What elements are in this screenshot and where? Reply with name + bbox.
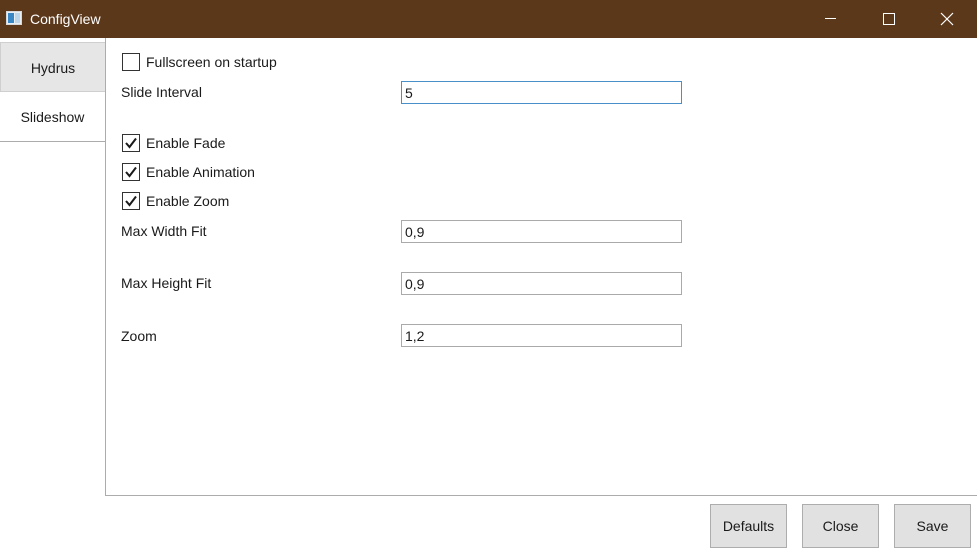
close-button[interactable]: Close bbox=[802, 504, 879, 548]
close-icon bbox=[940, 12, 954, 26]
minimize-icon bbox=[825, 18, 836, 19]
max-width-fit-label: Max Width Fit bbox=[121, 223, 207, 239]
minimize-button[interactable] bbox=[801, 0, 860, 38]
app-window-icon bbox=[6, 11, 22, 25]
maximize-button[interactable] bbox=[860, 0, 919, 38]
defaults-button[interactable]: Defaults bbox=[710, 504, 787, 548]
enable-zoom-label: Enable Zoom bbox=[146, 193, 230, 209]
tab-content-panel bbox=[105, 38, 977, 496]
zoom-input[interactable] bbox=[401, 324, 682, 347]
enable-zoom-checkbox[interactable] bbox=[122, 192, 140, 210]
maximize-icon bbox=[883, 13, 895, 25]
max-height-fit-label: Max Height Fit bbox=[121, 275, 212, 291]
max-height-fit-input[interactable] bbox=[401, 272, 682, 295]
enable-fade-checkbox[interactable] bbox=[122, 134, 140, 152]
slide-interval-input[interactable] bbox=[401, 81, 682, 104]
zoom-label: Zoom bbox=[121, 328, 157, 344]
enable-fade-label: Enable Fade bbox=[146, 135, 226, 151]
close-window-button[interactable] bbox=[918, 0, 977, 38]
enable-animation-label: Enable Animation bbox=[146, 164, 255, 180]
title-bar: ConfigView bbox=[0, 0, 977, 38]
checkmark-icon bbox=[125, 166, 137, 178]
tab-hydrus[interactable]: Hydrus bbox=[0, 42, 105, 92]
window-title: ConfigView bbox=[30, 11, 101, 27]
fullscreen-on-startup-label: Fullscreen on startup bbox=[146, 54, 277, 70]
checkmark-icon bbox=[125, 137, 137, 149]
tab-strip: Hydrus Slideshow bbox=[0, 38, 106, 496]
enable-animation-checkbox[interactable] bbox=[122, 163, 140, 181]
slide-interval-label: Slide Interval bbox=[121, 84, 202, 100]
checkmark-icon bbox=[125, 195, 137, 207]
tab-slideshow[interactable]: Slideshow bbox=[0, 92, 105, 142]
fullscreen-on-startup-checkbox[interactable] bbox=[122, 53, 140, 71]
save-button[interactable]: Save bbox=[894, 504, 971, 548]
max-width-fit-input[interactable] bbox=[401, 220, 682, 243]
